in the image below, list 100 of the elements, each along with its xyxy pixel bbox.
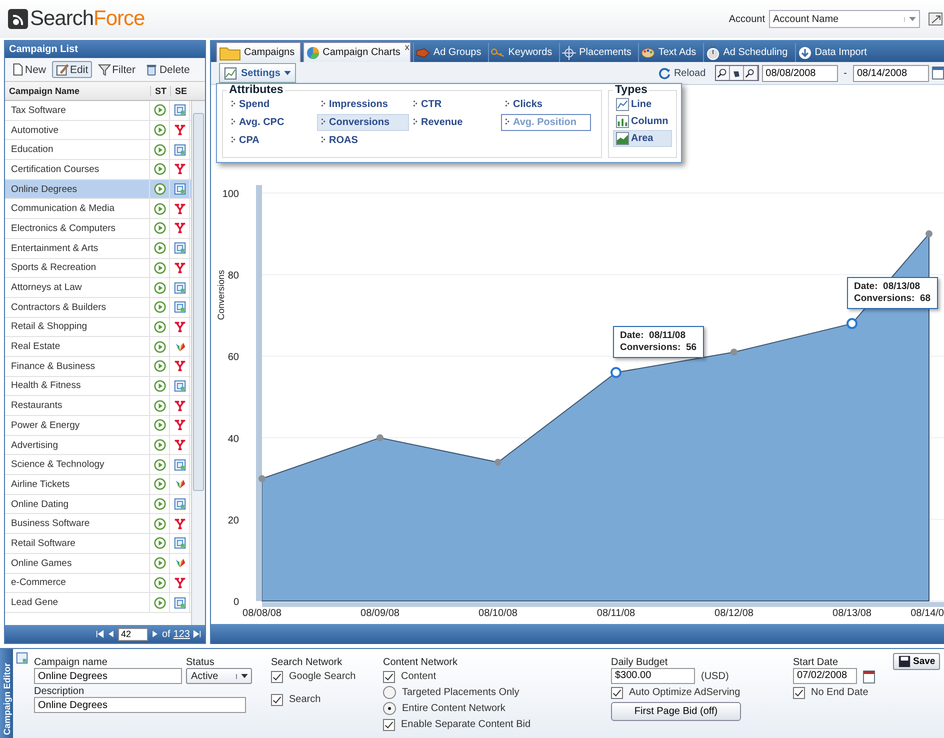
attribute-option[interactable]: Revenue bbox=[409, 114, 501, 131]
data-point[interactable] bbox=[376, 434, 384, 442]
play-icon[interactable] bbox=[154, 340, 166, 353]
campaign-row[interactable]: Retail & Shopping bbox=[5, 318, 191, 338]
chart-type-option[interactable]: Line bbox=[613, 96, 672, 113]
campaign-row[interactable]: Advertising bbox=[5, 436, 191, 456]
attribute-option[interactable]: ROAS bbox=[317, 132, 409, 149]
editor-title-bar[interactable]: Campaign Editor bbox=[0, 649, 13, 738]
play-icon[interactable] bbox=[154, 458, 166, 471]
campaign-row[interactable]: Education bbox=[5, 140, 191, 160]
campaign-row[interactable]: Finance & Business bbox=[5, 356, 191, 377]
total-pages-link[interactable]: 123 bbox=[173, 628, 190, 640]
checkbox[interactable] bbox=[271, 694, 283, 706]
campaign-row[interactable]: e-Commerce bbox=[5, 574, 191, 594]
checkbox[interactable] bbox=[793, 686, 805, 698]
campaign-row[interactable]: Airline Tickets bbox=[5, 475, 191, 495]
reset-zoom-icon[interactable] bbox=[744, 66, 758, 80]
scrollbar[interactable] bbox=[191, 101, 205, 625]
play-icon[interactable] bbox=[154, 124, 166, 136]
campaign-row[interactable]: Attorneys at Law bbox=[5, 278, 191, 298]
play-icon[interactable] bbox=[154, 537, 166, 550]
campaign-row[interactable]: Business Software bbox=[5, 514, 191, 534]
delete-button[interactable]: Delete bbox=[141, 61, 194, 78]
highlighted-point[interactable] bbox=[846, 318, 858, 330]
calendar-icon[interactable] bbox=[863, 670, 875, 684]
attribute-option[interactable]: Clicks bbox=[501, 96, 591, 113]
campaign-row[interactable]: Science & Technology bbox=[5, 455, 191, 476]
save-button[interactable]: Save bbox=[893, 653, 940, 670]
play-icon[interactable] bbox=[154, 498, 166, 510]
play-icon[interactable] bbox=[154, 360, 166, 372]
last-page-icon[interactable] bbox=[193, 630, 201, 638]
first-page-bid-button[interactable]: First Page Bid (off) bbox=[611, 702, 741, 721]
radio-button[interactable] bbox=[383, 686, 396, 699]
start-date-field[interactable]: 07/02/2008 bbox=[793, 668, 857, 684]
checkbox[interactable] bbox=[271, 670, 283, 682]
column-header[interactable]: ST bbox=[150, 86, 170, 96]
checkbox[interactable] bbox=[611, 686, 623, 698]
campaign-row[interactable]: Online Degrees bbox=[5, 180, 191, 200]
chart-type-option[interactable]: Column bbox=[613, 113, 672, 130]
filter-button[interactable]: Filter bbox=[94, 61, 140, 78]
start-date-field[interactable]: 08/08/2008 bbox=[762, 64, 838, 82]
checkbox[interactable] bbox=[383, 718, 395, 730]
play-icon[interactable] bbox=[154, 242, 166, 254]
play-icon[interactable] bbox=[154, 400, 166, 412]
play-icon[interactable] bbox=[154, 282, 166, 294]
play-icon[interactable] bbox=[154, 419, 166, 432]
reload-button[interactable]: Reload bbox=[652, 66, 712, 80]
attribute-option[interactable]: CTR bbox=[409, 96, 501, 113]
previous-page-icon[interactable] bbox=[106, 630, 115, 638]
campaign-row[interactable]: Automotive bbox=[5, 120, 191, 140]
play-icon[interactable] bbox=[154, 222, 166, 234]
campaign-row[interactable]: Lead Gene bbox=[5, 593, 191, 613]
dropdown-arrow-icon[interactable] bbox=[908, 16, 916, 22]
play-icon[interactable] bbox=[154, 439, 166, 452]
play-icon[interactable] bbox=[154, 596, 166, 609]
campaign-row[interactable]: Health & Fitness bbox=[5, 376, 191, 396]
zoom-icon[interactable] bbox=[716, 66, 730, 80]
edit-button[interactable]: Edit bbox=[52, 61, 92, 78]
campaign-row[interactable]: Entertainment & Arts bbox=[5, 238, 191, 258]
highlighted-point[interactable] bbox=[610, 367, 622, 378]
description-field[interactable]: Online Degrees bbox=[34, 697, 246, 713]
first-page-icon[interactable] bbox=[96, 630, 104, 638]
play-icon[interactable] bbox=[154, 183, 166, 196]
campaign-row[interactable]: Restaurants bbox=[5, 396, 191, 416]
campaign-row[interactable]: Communication & Media bbox=[5, 199, 191, 220]
play-icon[interactable] bbox=[154, 320, 166, 333]
play-icon[interactable] bbox=[154, 380, 166, 392]
close-tab-button[interactable]: x bbox=[404, 42, 410, 52]
tab[interactable]: Campaigns bbox=[216, 42, 301, 62]
new-button[interactable]: New bbox=[7, 61, 50, 78]
attribute-option[interactable]: Spend bbox=[227, 96, 317, 113]
campaign-row[interactable]: Contractors & Builders bbox=[5, 298, 191, 318]
data-point[interactable] bbox=[926, 230, 932, 238]
column-header[interactable]: Campaign Name bbox=[5, 86, 150, 96]
play-icon[interactable] bbox=[154, 301, 166, 314]
page-field[interactable]: 42 bbox=[118, 628, 148, 640]
data-point[interactable] bbox=[258, 475, 266, 482]
data-point[interactable] bbox=[730, 348, 738, 356]
attribute-option[interactable]: CPA bbox=[227, 132, 317, 149]
column-header[interactable]: SE bbox=[170, 86, 191, 96]
play-icon[interactable] bbox=[154, 557, 166, 570]
campaign-row[interactable]: Online Games bbox=[5, 554, 191, 574]
play-icon[interactable] bbox=[154, 163, 166, 176]
campaign-row[interactable]: Tax Software bbox=[5, 101, 191, 121]
play-icon[interactable] bbox=[154, 478, 166, 490]
tab[interactable]: Campaign Charts x bbox=[302, 42, 412, 62]
pan-icon[interactable] bbox=[730, 66, 744, 80]
calendar-icon[interactable] bbox=[932, 66, 944, 80]
settings-button[interactable]: Settings bbox=[219, 63, 296, 83]
chart-type-option[interactable]: Area bbox=[613, 130, 672, 147]
play-icon[interactable] bbox=[154, 262, 166, 274]
attribute-option[interactable]: Conversions bbox=[317, 114, 409, 131]
play-icon[interactable] bbox=[154, 576, 166, 589]
campaign-row[interactable]: Retail Software bbox=[5, 534, 191, 554]
checkbox[interactable] bbox=[383, 670, 395, 682]
campaign-row[interactable]: Sports & Recreation bbox=[5, 258, 191, 278]
account-dropdown[interactable]: Account Name bbox=[769, 10, 920, 28]
campaign-row[interactable]: Power & Energy bbox=[5, 416, 191, 436]
export-icon[interactable] bbox=[928, 11, 944, 27]
campaign-row[interactable]: Online Dating bbox=[5, 494, 191, 514]
